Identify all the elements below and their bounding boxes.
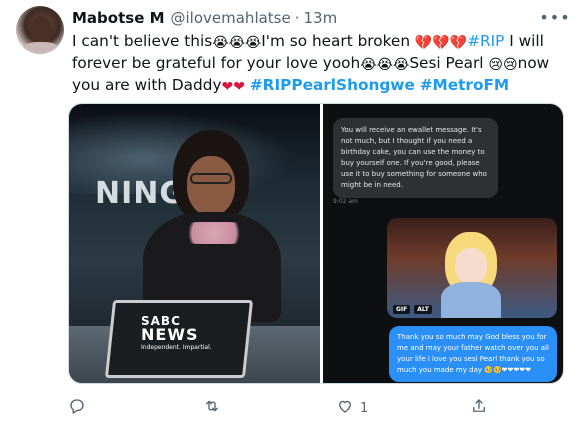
tweet-text: I can't believe this😭😭😭I'm so heart brok… — [72, 30, 567, 96]
sabc-news-logo: SABC NEWS Independent. Impartial. — [141, 315, 212, 351]
avatar-shirt — [22, 42, 60, 54]
anchor-top-flowers — [179, 222, 249, 244]
tweet-media[interactable]: NING SABC NEWS Independent. Impartial. Y… — [68, 103, 564, 384]
reply-icon — [68, 397, 86, 419]
gif-badge: GIF — [393, 305, 411, 314]
share-icon — [470, 397, 488, 419]
avatar[interactable] — [16, 6, 64, 54]
text-part: I can't believe this — [72, 32, 213, 50]
logo-line2: NEWS — [141, 325, 199, 344]
reply-button[interactable] — [68, 397, 92, 419]
anchor-face — [187, 156, 235, 216]
broken-heart-emoji-icon: 💔 — [449, 35, 468, 51]
text-part: Sesi Pearl — [409, 54, 489, 72]
tweet-header: Mabotse M @ilovemahlatse · 13m — [72, 8, 337, 28]
crying-emoji-icon: 😭 — [360, 57, 377, 73]
more-options-icon[interactable]: ••• — [539, 6, 569, 28]
separator-dot: · — [294, 9, 300, 27]
gif-image: GIF ALT — [387, 218, 557, 318]
retweet-button[interactable] — [203, 397, 227, 419]
gif-labels: GIF ALT — [393, 305, 432, 314]
crying-emoji-icon: 😭 — [376, 57, 393, 73]
like-button[interactable]: 1 — [336, 397, 368, 419]
author-handle[interactable]: @ilovemahlatse — [171, 9, 291, 27]
crying-emoji-icon: 😭 — [212, 35, 229, 51]
crying-emoji-icon: 😭 — [244, 35, 262, 51]
hashtag-ripPearlShongwe[interactable]: #RIPPearlShongwe — [250, 76, 415, 94]
share-button[interactable] — [470, 397, 494, 419]
anchor-glasses — [190, 173, 232, 184]
hashtag-metrofm[interactable]: #MetroFM — [420, 76, 509, 94]
crying-emoji-icon: 😭 — [392, 57, 410, 73]
text-part: I'm so heart broken — [261, 32, 415, 50]
red-heart-emoji-icon: ❤ — [233, 79, 245, 95]
sad-emoji-icon: 😢 — [503, 57, 518, 73]
sad-emoji-icon: 😢 — [488, 57, 504, 73]
alt-badge: ALT — [414, 305, 432, 314]
message-time: 9:02 am — [333, 198, 358, 205]
crying-emoji-icon: 😭 — [228, 35, 245, 51]
gif-character-face — [455, 248, 487, 284]
author-name[interactable]: Mabotse M — [72, 9, 165, 27]
tweet-actions: 1 — [68, 397, 564, 419]
retweet-icon — [203, 397, 221, 419]
broken-heart-emoji-icon: 💔 — [414, 35, 433, 51]
like-count: 1 — [360, 400, 369, 416]
gif-character-dress — [441, 282, 501, 318]
hashtag-rip[interactable]: #RIP — [467, 32, 504, 50]
red-heart-emoji-icon: ❤ — [221, 79, 234, 95]
studio-screen-text: NING — [95, 176, 186, 211]
timestamp[interactable]: 13m — [304, 9, 338, 27]
heart-icon — [336, 397, 354, 419]
news-anchor-photo[interactable]: NING SABC NEWS Independent. Impartial. — [69, 104, 320, 383]
broken-heart-emoji-icon: 💔 — [432, 35, 450, 51]
incoming-message-bubble: You will receive an ewallet message. It'… — [333, 118, 498, 198]
chat-screenshot[interactable]: You will receive an ewallet message. It'… — [323, 104, 563, 383]
logo-line3: Independent. Impartial. — [141, 344, 212, 351]
outgoing-message-bubble: Thank you so much may God bless you for … — [389, 326, 557, 382]
